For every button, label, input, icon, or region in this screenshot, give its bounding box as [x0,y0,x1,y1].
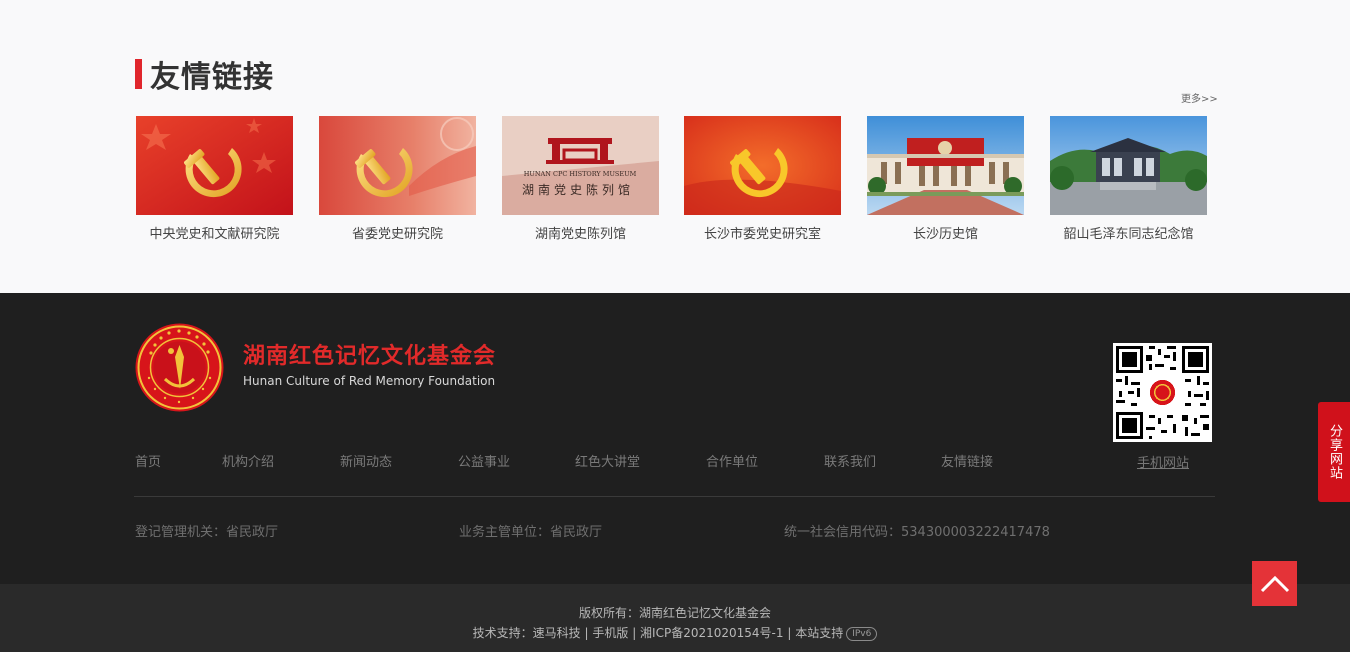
link-card-provincial-party-history[interactable]: 省委党史研究院 [319,116,476,242]
tech-support-prefix: 技术支持： [472,626,533,640]
link-card-changsha-party-history[interactable]: 长沙市委党史研究室 [684,116,841,242]
link-thumb [1050,116,1207,215]
site-support-text: 本站支持 [795,626,844,640]
party-emblem-icon [684,116,841,215]
separator: | [628,626,641,640]
link-caption: 湖南党史陈列馆 [534,227,626,242]
tech-vendor-link[interactable]: 速马科技 [533,626,581,640]
section-title-text: 友情链接 [150,60,274,95]
building-photo-icon [1050,116,1207,215]
link-caption: 长沙市委党史研究室 [703,227,821,242]
title-accent-bar [135,59,142,89]
qr-code-icon [1113,343,1212,442]
link-thumb [867,116,1024,215]
copyright-text: 版权所有：湖南红色记忆文化基金会 [578,606,771,620]
link-card-changsha-history-museum[interactable]: 长沙历史馆 [867,116,1024,242]
chevron-up-icon [1260,575,1289,592]
share-site-label: 分享网站 [1327,424,1342,480]
link-caption: 韶山毛泽东同志纪念馆 [1063,227,1194,242]
link-card-shaoshan-memorial[interactable]: 韶山毛泽东同志纪念馆 [1050,116,1207,242]
footer-nav-contact[interactable]: 联系我们 [824,451,876,470]
ipv6-badge: IPv6 [846,627,878,641]
link-thumb [684,116,841,215]
building-photo-icon [867,116,1024,215]
party-emblem-icon [319,116,476,215]
footer-divider [134,496,1215,497]
section-title: 友情链接 [135,56,274,95]
museum-name-cn: 湖南党史陈列馆 [522,182,634,197]
business-supervisor: 业务主管单位：省民政厅 [459,525,603,540]
footer-nav-charity[interactable]: 公益事业 [458,451,510,470]
link-caption: 中央党史和文献研究院 [149,227,280,242]
foundation-name-en: Hunan Culture of Red Memory Foundation [243,374,496,388]
link-thumb [136,116,293,215]
footer-nav-partners[interactable]: 合作单位 [706,451,758,470]
separator: | [783,626,796,640]
footer-nav-news[interactable]: 新闻动态 [340,451,392,470]
party-emblem-icon [136,116,293,215]
foundation-name-cn: 湖南红色记忆文化基金会 [243,343,497,369]
footer-nav-friend-links[interactable]: 友情链接 [941,451,993,470]
separator: | [580,626,593,640]
tech-support-line: 技术支持：速马科技 | 手机版 | 湘ICP备2021020154号-1 | 本… [0,624,1350,641]
foundation-logo-icon [135,323,224,412]
footer-nav-home[interactable]: 首页 [135,451,161,470]
link-card-central-party-history[interactable]: 中央党史和文献研究院 [136,116,293,242]
icp-link[interactable]: 湘ICP备2021020154号-1 [640,626,783,640]
link-card-hunan-party-museum[interactable]: HUNAN CPC HISTORY MUSEUM 湖南党史陈列馆 湖南党史陈列馆 [502,116,659,242]
more-link[interactable]: 更多>> [1181,90,1218,105]
museum-logo-icon: HUNAN CPC HISTORY MUSEUM 湖南党史陈列馆 [502,116,659,215]
qr-code [1113,343,1212,442]
mobile-site-link[interactable]: 手机网站 [1120,452,1206,471]
link-caption: 省委党史研究院 [351,227,443,242]
link-caption: 长沙历史馆 [912,227,978,242]
credit-code: 统一社会信用代码：534300003222417478 [784,525,1050,540]
back-to-top-button[interactable] [1252,561,1297,606]
registration-authority: 登记管理机关：省民政厅 [135,525,279,540]
footer-nav-lecture[interactable]: 红色大讲堂 [575,451,640,470]
footer-nav-about[interactable]: 机构介绍 [222,451,274,470]
friend-links-section: 友情链接 更多>> 中央党史和文献研究院 省委党史研究院 HUNAN CPC H… [0,0,1350,293]
museum-name-en: HUNAN CPC HISTORY MUSEUM [524,170,637,178]
link-thumb [319,116,476,215]
mobile-version-link[interactable]: 手机版 [592,626,628,640]
link-thumb: HUNAN CPC HISTORY MUSEUM 湖南党史陈列馆 [502,116,659,215]
share-site-button[interactable]: 分享网站 [1318,402,1350,502]
